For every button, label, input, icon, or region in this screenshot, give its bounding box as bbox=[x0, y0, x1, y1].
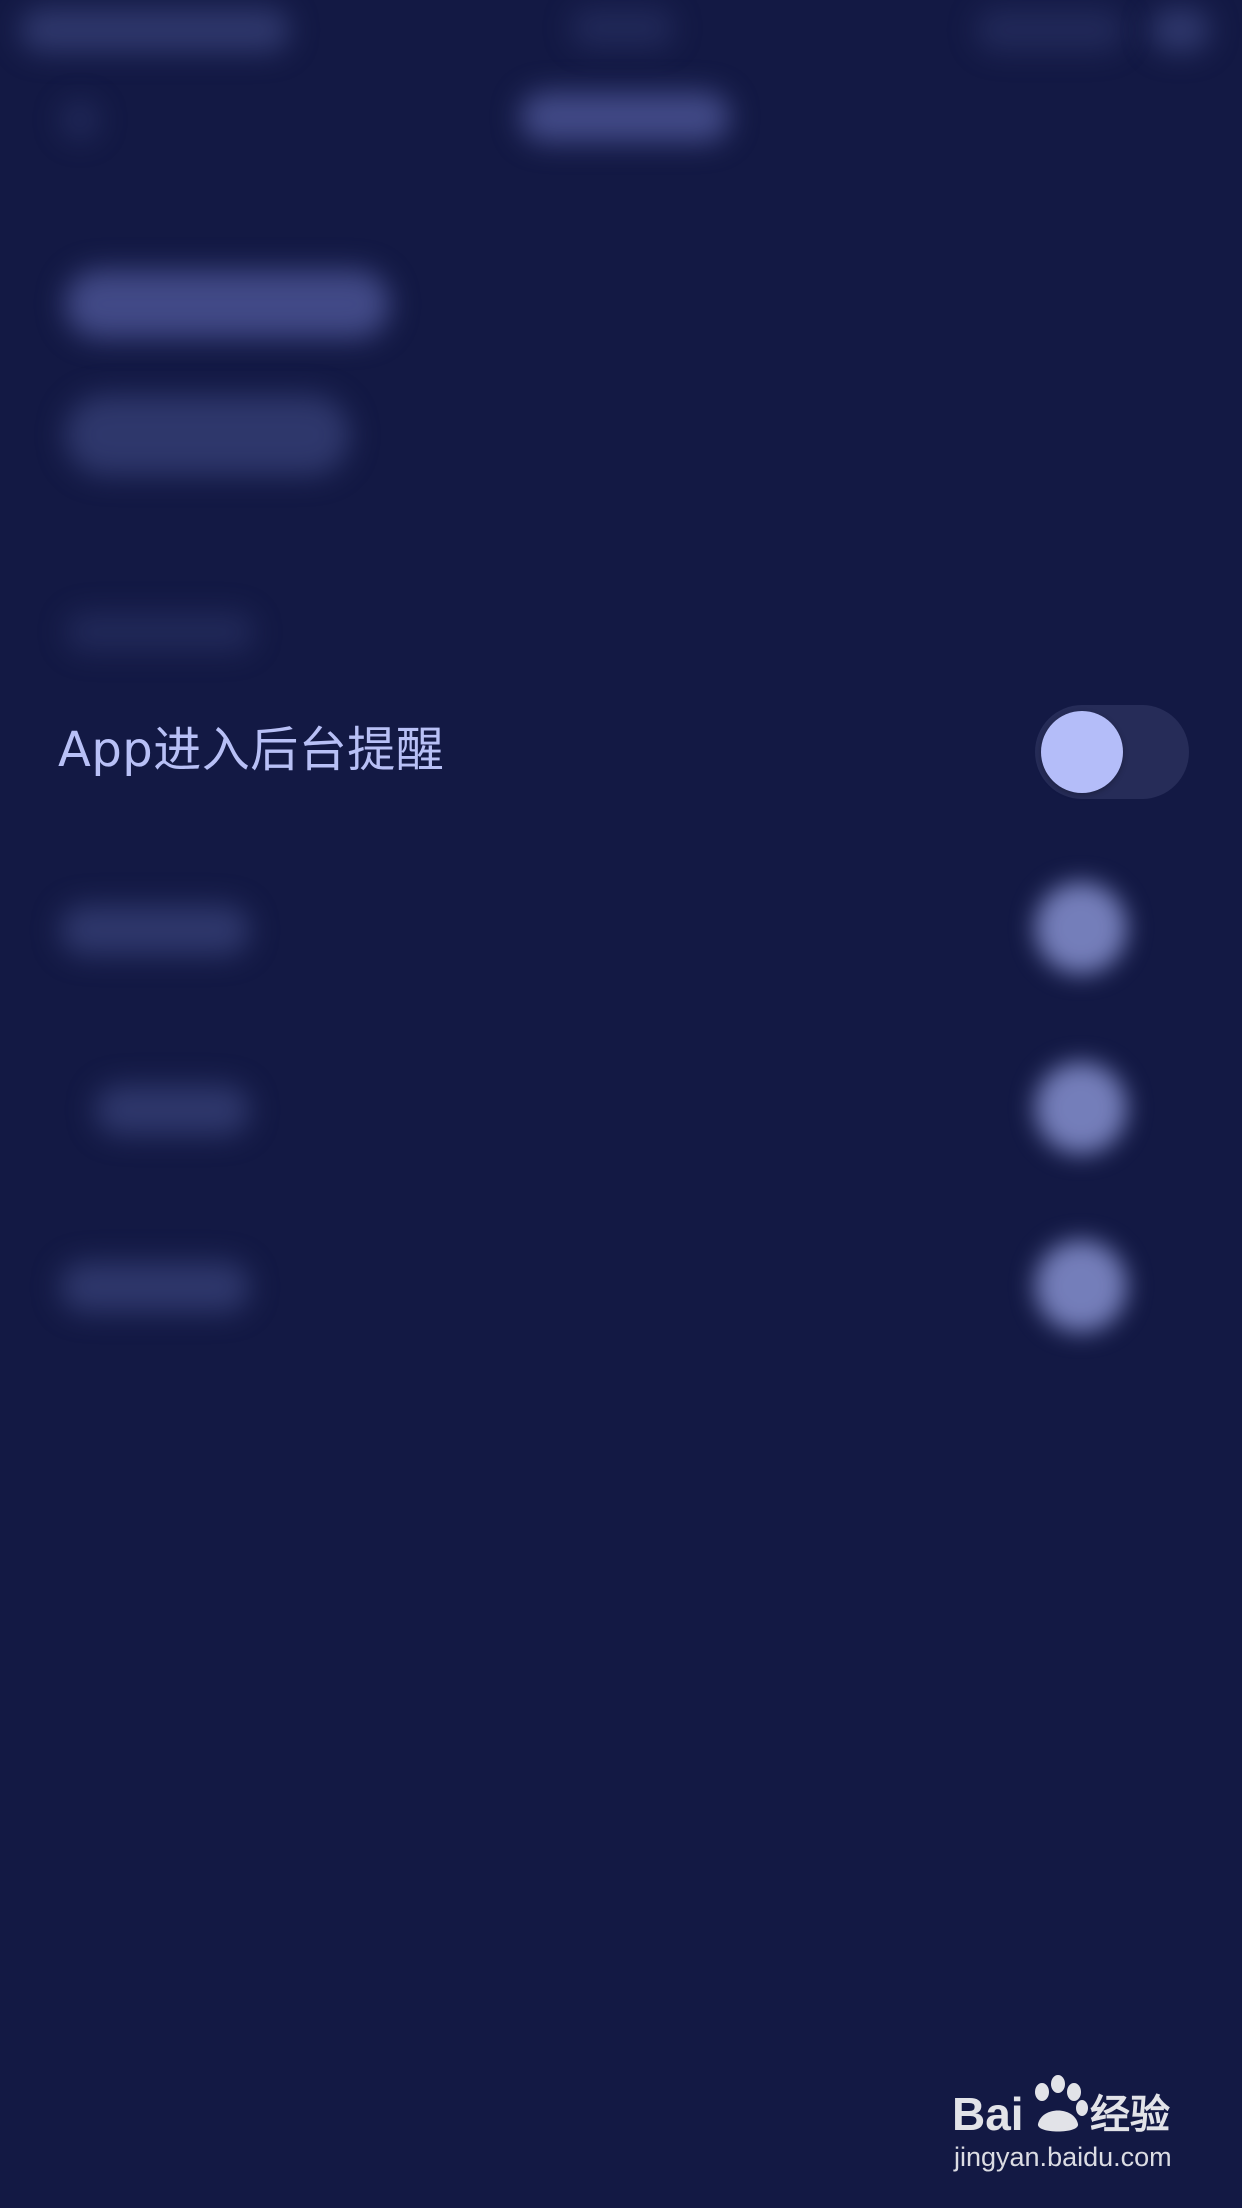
blurred-battery bbox=[1150, 8, 1210, 52]
blurred-status-right bbox=[975, 8, 1125, 52]
blurred-section-title bbox=[65, 270, 390, 338]
blurred-row-label-3 bbox=[60, 1262, 250, 1312]
blurred-row-label-0 bbox=[65, 612, 255, 652]
blurred-row-label-2 bbox=[95, 1085, 250, 1135]
svg-text:Bai: Bai bbox=[952, 2088, 1024, 2140]
settings-screen: App进入后台提醒 Bai 经验 jingyan.baidu.com bbox=[0, 0, 1242, 2208]
watermark-url: jingyan.baidu.com bbox=[954, 2142, 1172, 2172]
blurred-nav-title bbox=[520, 92, 730, 142]
setting-row-background-reminder[interactable]: App进入后台提醒 bbox=[0, 690, 1242, 810]
blurred-toggle-1 bbox=[1035, 882, 1127, 974]
baidu-paw-logo: Bai 经验 bbox=[952, 2075, 1170, 2140]
blurred-toggle-2 bbox=[1035, 1062, 1127, 1154]
setting-label: App进入后台提醒 bbox=[58, 722, 445, 778]
toggle-knob bbox=[1041, 711, 1123, 793]
blurred-back-button bbox=[60, 100, 100, 140]
blurred-status-center bbox=[570, 8, 675, 48]
svg-text:经验: 经验 bbox=[1090, 2092, 1170, 2138]
baidu-jingyan-watermark: Bai 经验 jingyan.baidu.com bbox=[952, 2072, 1192, 2182]
blurred-section-subtitle bbox=[65, 395, 350, 475]
blurred-status-left bbox=[20, 8, 290, 52]
blurred-row-label-1 bbox=[60, 905, 250, 955]
background-reminder-toggle[interactable] bbox=[1035, 705, 1189, 799]
blurred-toggle-3 bbox=[1035, 1240, 1127, 1332]
